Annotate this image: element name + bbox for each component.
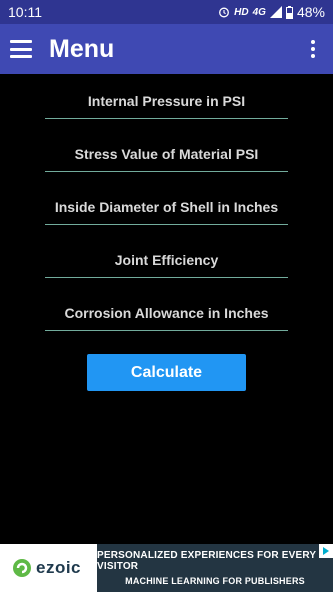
ad-headline: PERSONALIZED EXPERIENCES FOR EVERY VISIT… <box>97 550 317 572</box>
input-form <box>45 84 288 349</box>
network-label: HD <box>234 6 249 18</box>
internal-pressure-field <box>45 84 288 119</box>
signal-icon <box>269 6 282 18</box>
battery-icon <box>285 5 293 19</box>
joint-efficiency-field <box>45 243 288 278</box>
battery-level: 48% <box>296 4 325 20</box>
alarm-icon <box>219 7 230 18</box>
joint-efficiency-input[interactable] <box>45 252 288 268</box>
status-icons: HD 4G 48% <box>218 4 325 20</box>
inside-diameter-field <box>45 190 288 225</box>
corrosion-allowance-input[interactable] <box>45 305 288 321</box>
ad-banner[interactable]: ezoic PERSONALIZED EXPERIENCES FOR EVERY… <box>0 544 333 592</box>
ad-text: PERSONALIZED EXPERIENCES FOR EVERY VISIT… <box>97 544 333 592</box>
status-time: 10:11 <box>8 4 42 20</box>
adchoices-icon[interactable] <box>319 544 333 558</box>
ezoic-logo-icon <box>13 559 31 577</box>
stress-value-input[interactable] <box>45 146 288 162</box>
app-bar: Menu <box>0 24 333 74</box>
ad-brand: ezoic <box>36 558 82 577</box>
signal-type-label: 4G <box>252 6 266 18</box>
ad-logo: ezoic <box>0 558 100 578</box>
ad-subline: MACHINE LEARNING FOR PUBLISHERS <box>125 576 305 586</box>
page-title: Menu <box>49 34 115 63</box>
stress-value-field <box>45 137 288 172</box>
status-bar: 10:11 HD 4G 48% <box>0 0 333 24</box>
corrosion-allowance-field <box>45 296 288 331</box>
menu-icon[interactable] <box>10 40 32 58</box>
internal-pressure-input[interactable] <box>45 93 288 109</box>
inside-diameter-input[interactable] <box>45 199 288 215</box>
calculate-button[interactable]: Calculate <box>87 354 246 391</box>
more-vert-icon[interactable] <box>303 37 323 61</box>
